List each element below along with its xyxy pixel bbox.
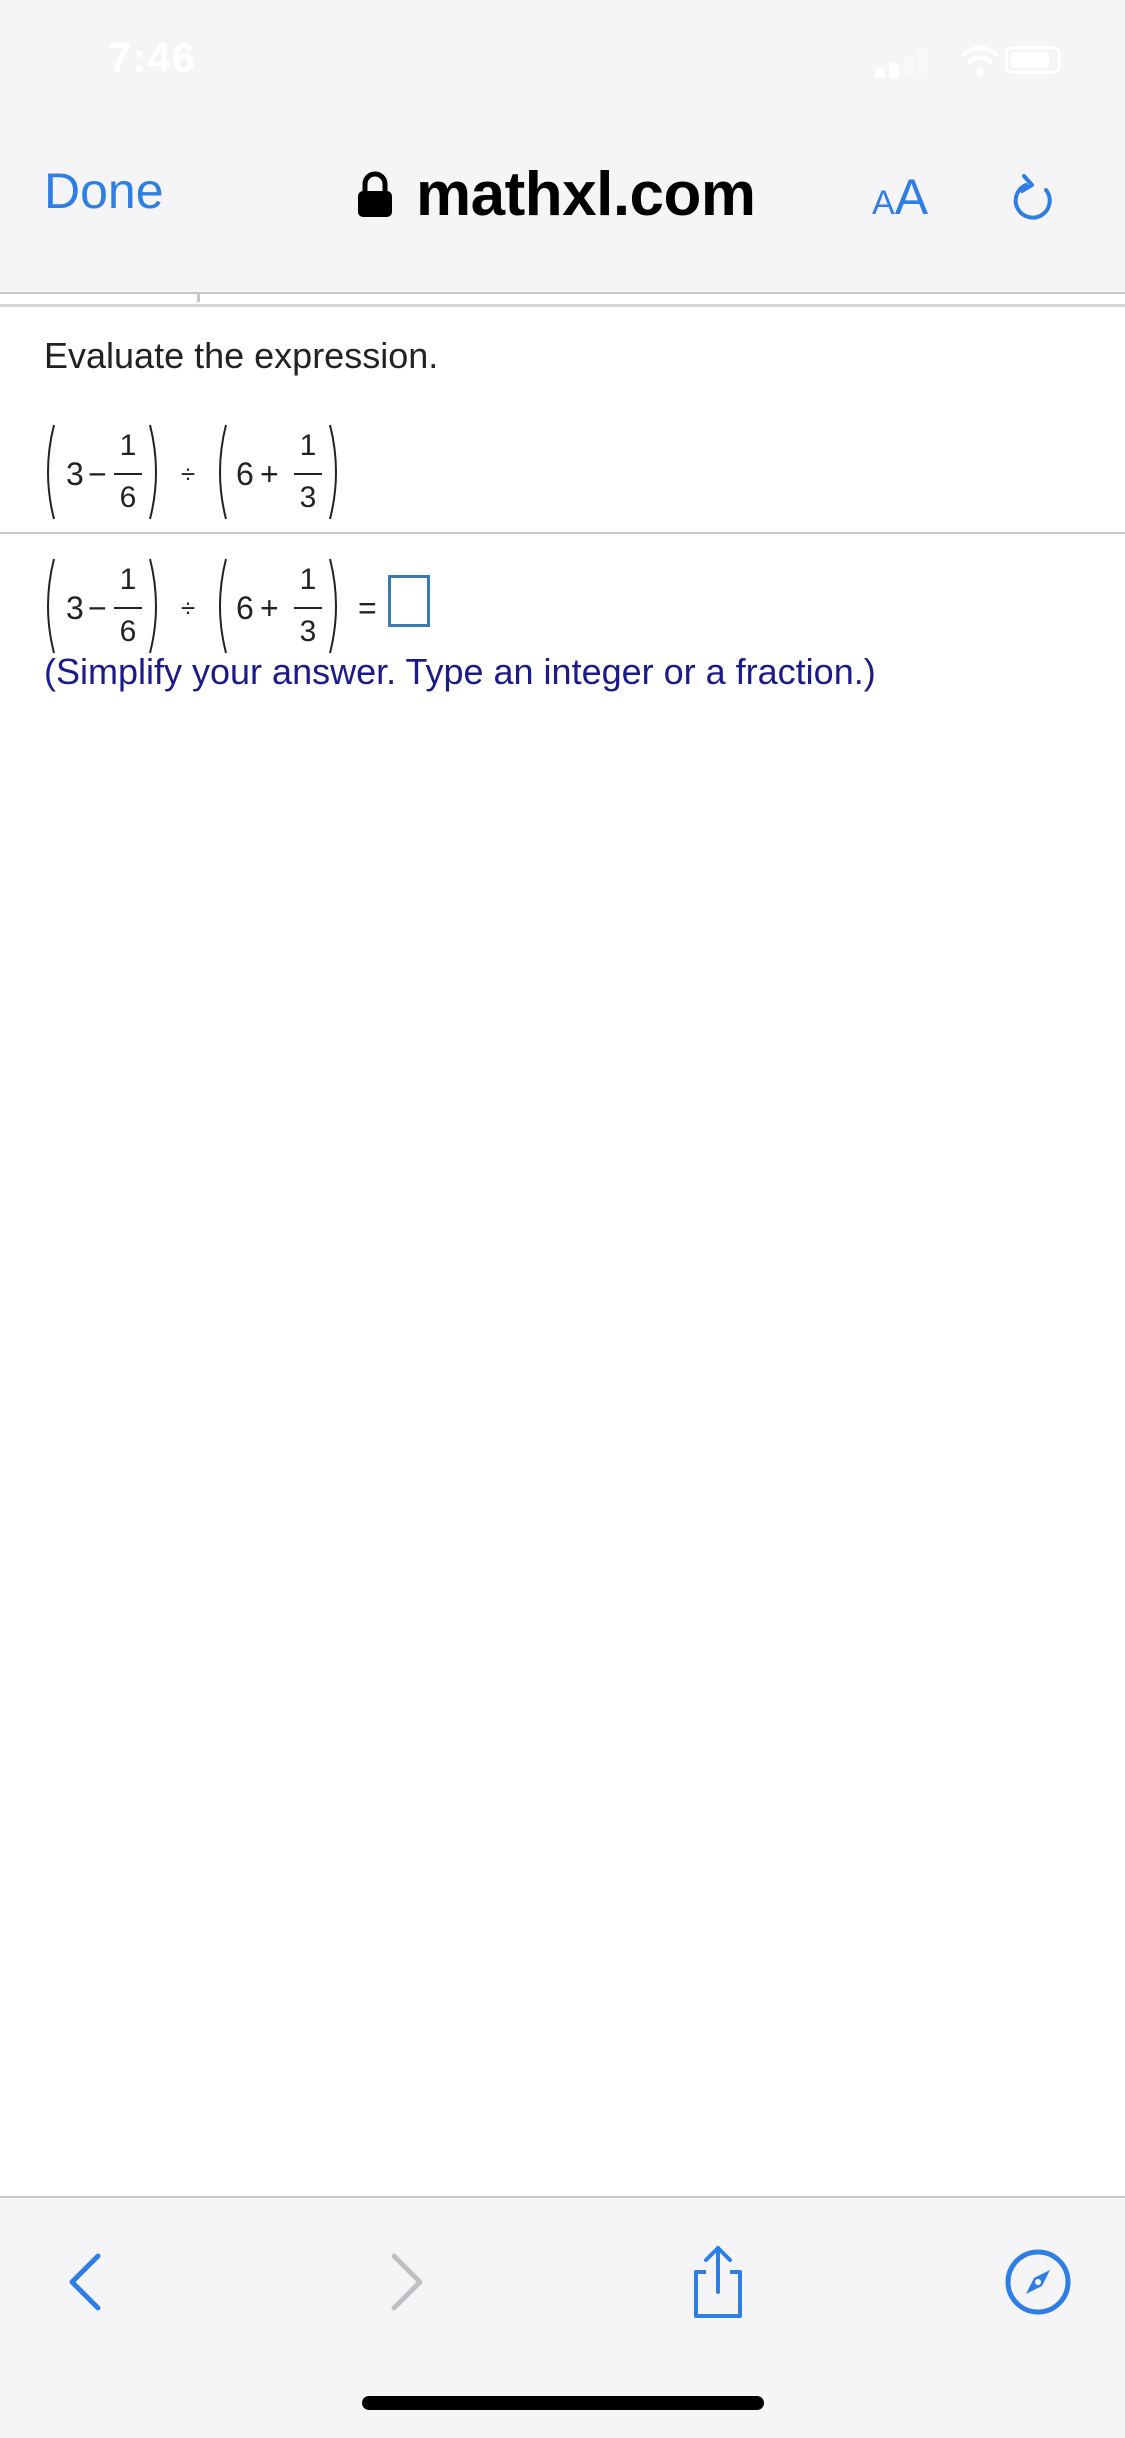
expr-right-numerator: 1 [300, 563, 317, 596]
aa-small-label: A [872, 184, 895, 222]
forward-icon[interactable] [366, 2242, 446, 2322]
status-time: 7:46 [108, 34, 197, 81]
content-top-border [0, 304, 1125, 307]
done-button[interactable]: Done [44, 162, 164, 220]
lock-icon [358, 171, 392, 217]
status-icons [865, 44, 1065, 78]
compass-icon[interactable] [998, 2242, 1078, 2322]
share-icon[interactable] [678, 2242, 758, 2322]
signal-icon [875, 68, 885, 78]
home-indicator[interactable] [362, 2396, 764, 2410]
expr-divide-op: ÷ [181, 593, 195, 623]
answer-hint: (Simplify your answer. Type an integer o… [44, 651, 876, 692]
expr-right-op: + [260, 590, 279, 626]
header-divider [0, 292, 1125, 294]
browser-header: 7:46 Done mathxl.com AA [0, 0, 1125, 292]
expr-left-denominator: 6 [120, 481, 137, 514]
text-size-button[interactable]: AA [872, 168, 928, 226]
expr-right-whole: 6 [236, 456, 254, 492]
reload-icon[interactable] [1004, 170, 1064, 230]
expr-left-op: − [88, 590, 107, 626]
expr-right-op: + [260, 456, 279, 492]
expr-divide-op: ÷ [181, 459, 195, 489]
expr-left-whole: 3 [66, 590, 84, 626]
url-text: mathxl.com [416, 159, 756, 229]
wifi-icon [960, 46, 1000, 76]
expr-right-numerator: 1 [300, 429, 317, 462]
expr-left-numerator: 1 [120, 429, 137, 462]
question-divider [0, 532, 1125, 534]
question-instruction: Evaluate the expression. [44, 335, 439, 376]
expr-right-whole: 6 [236, 590, 254, 626]
expr-right-denominator: 3 [300, 481, 317, 514]
back-icon[interactable] [46, 2242, 126, 2322]
expression-display: 3 − 1 6 ÷ 6 + 1 3 [47, 424, 337, 520]
expr-left-denominator: 6 [120, 615, 137, 648]
aa-large-label: A [894, 169, 929, 225]
expr-right-denominator: 3 [300, 615, 317, 648]
expr-equals: = [358, 590, 377, 626]
address-bar[interactable]: mathxl.com [356, 154, 756, 234]
expr-left-numerator: 1 [120, 563, 137, 596]
answer-expression: 3 − 1 6 ÷ 6 + 1 3 = [47, 558, 377, 654]
answer-input[interactable] [388, 575, 430, 627]
expr-left-op: − [88, 456, 107, 492]
battery-icon [1005, 46, 1061, 74]
expr-left-whole: 3 [66, 456, 84, 492]
